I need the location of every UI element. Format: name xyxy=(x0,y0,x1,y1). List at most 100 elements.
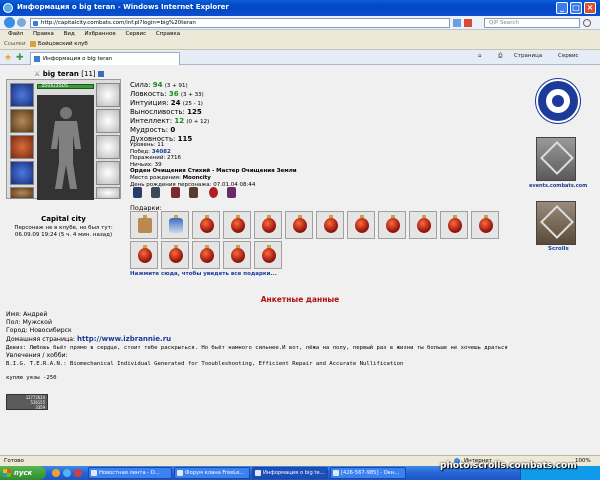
helmet-slot[interactable] xyxy=(10,83,34,107)
necklace-slot[interactable] xyxy=(96,109,120,133)
info-block: Уровень: 11 Побед: 34082 Поражений: 2716… xyxy=(130,142,297,188)
gift-item[interactable] xyxy=(347,211,375,239)
task-button-active[interactable]: Информация о big te... xyxy=(252,467,328,479)
menu-favorites[interactable]: Избранное xyxy=(85,31,116,37)
avatar[interactable] xyxy=(37,95,94,200)
search-icon[interactable] xyxy=(583,19,591,27)
close-button[interactable]: × xyxy=(584,2,596,14)
armor-slot[interactable] xyxy=(10,161,34,185)
medal-icon[interactable] xyxy=(189,187,198,198)
gift-item[interactable] xyxy=(192,241,220,269)
task-button[interactable]: [426-567-985] - Окн... xyxy=(330,467,406,479)
search-input[interactable]: QIP Search xyxy=(484,18,580,28)
profile-hobby-label: Увлечения / хобби: xyxy=(6,352,68,359)
menu-edit[interactable]: Правка xyxy=(33,31,54,37)
scrolls-link[interactable]: Scrolls xyxy=(548,246,569,252)
events-link[interactable]: events.combats.com xyxy=(529,183,587,189)
quicklaunch-icon[interactable] xyxy=(74,469,82,477)
favorites-star-icon[interactable]: ★ xyxy=(4,53,12,63)
start-button[interactable]: пуск xyxy=(0,466,46,480)
earring-slot[interactable] xyxy=(96,83,120,107)
quicklaunch-icon[interactable] xyxy=(63,469,71,477)
window-title: Информация о big teran - Windows Interne… xyxy=(17,3,229,11)
info-losses: Поражений: 2716 xyxy=(130,155,182,162)
menu-file[interactable]: Файл xyxy=(8,31,23,37)
task-button[interactable]: Форум клана FreeLe... xyxy=(174,467,250,479)
visit-counter[interactable]: 12772624 526155 3359 xyxy=(6,394,48,410)
info-birthplace: Место рождения: Mooncity xyxy=(130,174,211,181)
home-icon[interactable]: ⌂ xyxy=(478,53,482,59)
wins-link[interactable]: 34082 xyxy=(152,149,171,155)
bookmark-icon xyxy=(30,41,36,47)
gift-item[interactable] xyxy=(254,211,282,239)
stat-intellect: Интеллект: 12 (0 + 12) xyxy=(130,117,210,125)
gift-item[interactable] xyxy=(409,211,437,239)
medal-icon[interactable] xyxy=(171,187,180,198)
links-item[interactable]: Бойцовский клуб xyxy=(38,41,88,47)
gloves-slot[interactable] xyxy=(96,161,120,185)
stop-icon[interactable] xyxy=(464,19,472,27)
medals-row xyxy=(133,187,243,199)
page-button[interactable]: Страница xyxy=(514,53,542,59)
quicklaunch-icon[interactable] xyxy=(52,469,60,477)
gift-item[interactable] xyxy=(161,241,189,269)
ring-slot[interactable] xyxy=(96,135,120,159)
gift-item[interactable] xyxy=(161,211,189,239)
medal-icon[interactable] xyxy=(227,187,236,198)
info-icon[interactable] xyxy=(98,71,105,77)
tools-button[interactable]: Сервис xyxy=(558,53,579,59)
profile-section: Имя: Андрей Пол: Мужской Город: Новосиби… xyxy=(6,311,586,382)
gift-item[interactable] xyxy=(285,211,313,239)
bracers-slot[interactable] xyxy=(10,109,34,133)
page-content: ⚔ big teran [11] 3505/3505 Capital city … xyxy=(0,65,600,455)
all-gifts-link[interactable]: Нажмите сюда, чтобы увидеть все подарки.… xyxy=(130,271,277,278)
stat-agility: Ловкость: 36 (3 + 33) xyxy=(130,90,204,98)
back-icon[interactable] xyxy=(4,17,15,28)
print-icon[interactable]: ⎙ xyxy=(498,53,502,60)
refresh-icon[interactable] xyxy=(453,19,461,27)
status-line-1: Персонаж не в клубе, но был тут: xyxy=(14,225,113,231)
gift-item[interactable] xyxy=(378,211,406,239)
forward-icon[interactable] xyxy=(17,18,26,27)
gift-item[interactable] xyxy=(254,241,282,269)
gift-item[interactable] xyxy=(130,241,158,269)
menu-help[interactable]: Справка xyxy=(156,31,180,37)
gift-item[interactable] xyxy=(440,211,468,239)
maximize-button[interactable]: □ xyxy=(570,2,582,14)
equipment-panel: 3505/3505 xyxy=(6,79,121,200)
url-input[interactable]: http://capitalcity.combats.com/inf.pl?lo… xyxy=(30,18,450,28)
medal-icon[interactable] xyxy=(133,187,142,198)
gift-item[interactable] xyxy=(192,211,220,239)
scrolls-banner-icon[interactable] xyxy=(536,201,576,245)
profile-buy: куплю уязы -250 xyxy=(6,375,57,381)
character-name: big teran xyxy=(42,70,79,78)
add-favorite-icon[interactable]: ✚ xyxy=(16,53,24,63)
profile-motto: Девиз: Любовь бьёт прямо в сердце, стоит… xyxy=(6,345,508,351)
profile-heading: Анкетные данные xyxy=(260,295,340,304)
task-button[interactable]: Новостная лента - D... xyxy=(88,467,172,479)
weapon-slot[interactable] xyxy=(10,135,34,159)
minimize-button[interactable]: _ xyxy=(556,2,568,14)
zoom-level[interactable]: 100% xyxy=(575,458,591,464)
clan-emblem-icon[interactable] xyxy=(536,79,580,123)
watermark: photo.scrolls.combats.com xyxy=(440,461,577,471)
tabs-bar: ★ ✚ Информация о big teran ⌂ ⎙ Страница … xyxy=(0,50,600,65)
menu-tools[interactable]: Сервис xyxy=(126,31,147,37)
medal-icon[interactable] xyxy=(209,187,218,198)
events-banner-icon[interactable] xyxy=(536,137,576,181)
boots-slot[interactable] xyxy=(96,187,120,199)
tab-active[interactable]: Информация о big teran xyxy=(30,52,180,65)
belt-slot[interactable] xyxy=(10,187,34,199)
profile-sex: Пол: Мужской xyxy=(6,319,52,326)
medal-icon[interactable] xyxy=(151,187,160,198)
gift-item[interactable] xyxy=(223,241,251,269)
homepage-link[interactable]: http://www.izbrannie.ru xyxy=(77,335,171,343)
window-title-bar: Информация о big teran - Windows Interne… xyxy=(0,0,600,16)
menu-view[interactable]: Вид xyxy=(64,31,75,37)
gift-item[interactable] xyxy=(471,211,499,239)
gift-item[interactable] xyxy=(316,211,344,239)
gift-item[interactable] xyxy=(223,211,251,239)
ornament-gift-icon xyxy=(262,215,276,233)
character-figure-icon xyxy=(51,107,81,189)
gift-item[interactable] xyxy=(130,211,158,239)
